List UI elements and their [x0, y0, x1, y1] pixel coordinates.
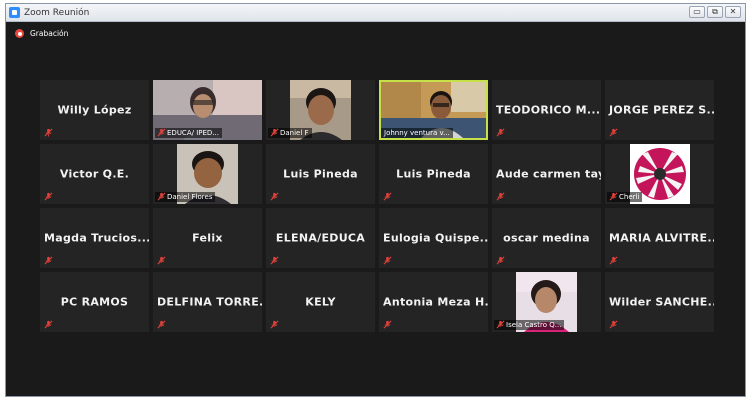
participant-name: Antonia Meza H...	[383, 295, 488, 309]
participant-name: Daniel F	[280, 129, 309, 137]
participant-tile[interactable]: oscar medina	[492, 208, 601, 268]
muted-mic-icon	[44, 192, 53, 201]
participant-tile[interactable]: Antonia Meza H...	[379, 272, 488, 332]
close-button[interactable]: ✕	[725, 6, 741, 18]
participant-tile[interactable]: Luis Pineda	[266, 144, 375, 204]
participant-name: Luis Pineda	[396, 167, 471, 181]
participant-label: Johnny ventura v...	[381, 128, 453, 138]
participant-label: Daniel Flores	[155, 192, 216, 202]
muted-mic-icon	[609, 192, 618, 201]
participant-tile[interactable]: ELENA/EDUCA	[266, 208, 375, 268]
muted-mic-icon	[157, 320, 166, 329]
muted-mic-icon	[270, 192, 279, 201]
participant-name: Victor Q.E.	[59, 167, 130, 181]
participant-tile[interactable]: TEODORICO M...	[492, 80, 601, 140]
muted-mic-icon	[157, 256, 166, 265]
muted-mic-icon	[44, 256, 53, 265]
muted-mic-icon	[609, 320, 618, 329]
muted-mic-icon	[157, 192, 166, 201]
participant-tile-active-speaker[interactable]: Johnny ventura v...	[379, 80, 488, 140]
participant-name: KELY	[305, 295, 336, 309]
participant-tile[interactable]: Isela Castro Q...	[492, 272, 601, 332]
muted-mic-icon	[383, 192, 392, 201]
muted-mic-icon	[496, 192, 505, 201]
participant-name: ELENA/EDUCA	[275, 231, 366, 245]
participant-name: DELFINA TORRE...	[157, 295, 262, 309]
participant-name: Magda Trucios...	[44, 231, 149, 245]
muted-mic-icon	[270, 128, 279, 137]
participant-name: Willy López	[57, 103, 132, 117]
participant-label: Daniel F	[268, 128, 312, 138]
participant-name: Felix	[192, 231, 223, 245]
participant-name: Isela Castro Q...	[506, 321, 562, 329]
zoom-app-icon	[9, 7, 20, 18]
participant-tile[interactable]: Victor Q.E.	[40, 144, 149, 204]
participant-tile[interactable]: Eulogia Quispe...	[379, 208, 488, 268]
recording-indicator[interactable]: Grabación	[15, 29, 68, 38]
participant-tile[interactable]: Magda Trucios...	[40, 208, 149, 268]
muted-mic-icon	[270, 320, 279, 329]
muted-mic-icon	[44, 128, 53, 137]
window-title: Zoom Reunión	[24, 7, 90, 18]
participant-name: Eulogia Quispe...	[383, 231, 488, 245]
participant-tile[interactable]: Felix	[153, 208, 262, 268]
muted-mic-icon	[383, 320, 392, 329]
participant-name: Daniel Flores	[167, 193, 213, 201]
participant-name: TEODORICO M...	[496, 103, 601, 117]
muted-mic-icon	[157, 128, 166, 137]
minimize-button[interactable]: ▭	[689, 6, 705, 18]
participant-name: JORGE PEREZ S...	[609, 103, 714, 117]
participant-label: Isela Castro Q...	[494, 320, 565, 330]
participant-name: Johnny ventura v...	[384, 129, 450, 137]
participant-tile[interactable]: EDUCA/ IPED...	[153, 80, 262, 140]
recording-label: Grabación	[30, 29, 69, 38]
restore-button[interactable]: ⧉	[707, 6, 723, 18]
muted-mic-icon	[496, 320, 505, 329]
window-controls: ▭ ⧉ ✕	[689, 6, 741, 18]
participant-tile[interactable]: Willy López	[40, 80, 149, 140]
muted-mic-icon	[383, 256, 392, 265]
participant-name: Wilder SANCHE...	[609, 295, 714, 309]
zoom-window: Zoom Reunión ▭ ⧉ ✕ Grabación Willy López	[5, 3, 746, 397]
participant-tile[interactable]: Luis Pineda	[379, 144, 488, 204]
participant-tile[interactable]: Wilder SANCHE...	[605, 272, 714, 332]
participant-tile[interactable]: KELY	[266, 272, 375, 332]
gallery-grid: Willy López EDUCA/ IPED... Daniel F John…	[40, 80, 714, 332]
participant-label: Cherli	[607, 192, 643, 202]
participant-tile[interactable]: DELFINA TORRE...	[153, 272, 262, 332]
record-icon	[15, 29, 24, 38]
participant-label: EDUCA/ IPED...	[155, 128, 222, 138]
muted-mic-icon	[609, 128, 618, 137]
muted-mic-icon	[609, 256, 618, 265]
participant-name: PC RAMOS	[60, 295, 129, 309]
participant-tile[interactable]: Cherli	[605, 144, 714, 204]
participant-tile[interactable]: PC RAMOS	[40, 272, 149, 332]
muted-mic-icon	[270, 256, 279, 265]
participant-name: Aude carmen taya	[496, 167, 601, 181]
participant-tile[interactable]: JORGE PEREZ S...	[605, 80, 714, 140]
participant-name: Luis Pineda	[283, 167, 358, 181]
muted-mic-icon	[44, 320, 53, 329]
participant-name: Cherli	[619, 193, 640, 201]
participant-tile[interactable]: Aude carmen taya	[492, 144, 601, 204]
participant-tile[interactable]: Daniel Flores	[153, 144, 262, 204]
participant-tile[interactable]: Daniel F	[266, 80, 375, 140]
muted-mic-icon	[496, 256, 505, 265]
participant-tile[interactable]: MARIA ALVITRE...	[605, 208, 714, 268]
participant-name: oscar medina	[503, 231, 590, 245]
participant-name: EDUCA/ IPED...	[167, 129, 219, 137]
muted-mic-icon	[496, 128, 505, 137]
participant-name: MARIA ALVITRE...	[609, 231, 714, 245]
title-bar[interactable]: Zoom Reunión ▭ ⧉ ✕	[6, 4, 745, 22]
